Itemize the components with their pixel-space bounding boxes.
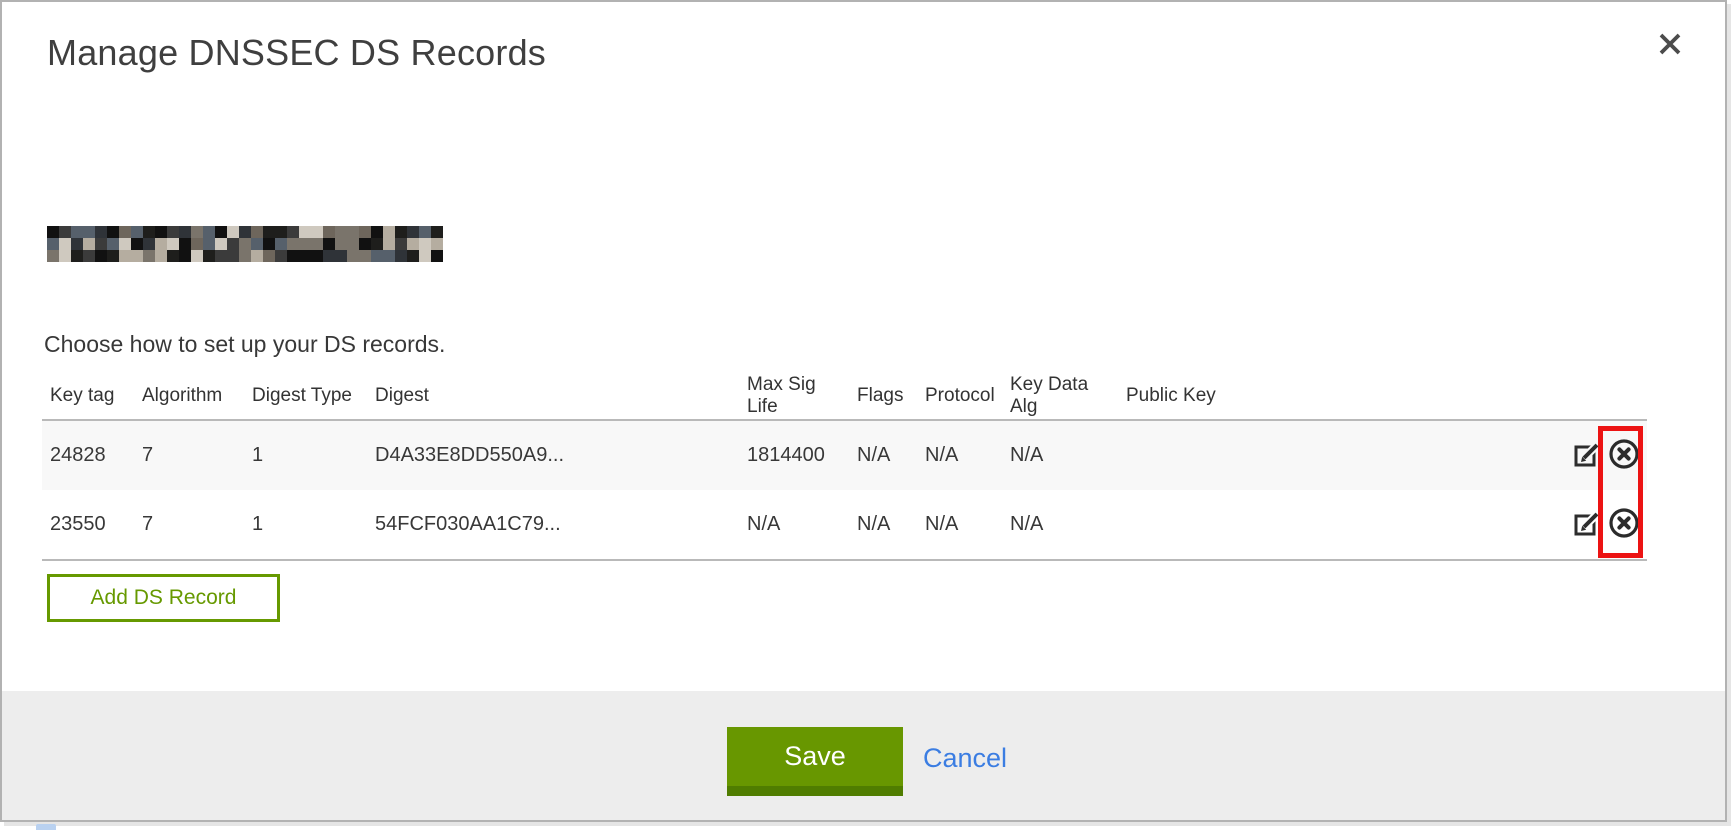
- cell-flags: N/A: [849, 490, 917, 560]
- delete-icon: [1607, 437, 1641, 474]
- col-header-max-sig-life: Max Sig Life: [739, 372, 849, 420]
- col-header-flags: Flags: [849, 372, 917, 420]
- cell-key-tag: 23550: [42, 490, 134, 560]
- close-button[interactable]: [1655, 30, 1685, 60]
- cell-public-key: [1118, 420, 1558, 490]
- row-actions: [1566, 439, 1647, 473]
- redacted-domain: [47, 226, 443, 262]
- edit-record-button[interactable]: [1570, 439, 1604, 473]
- cell-max-sig-life: N/A: [739, 490, 849, 560]
- delete-icon: [1607, 506, 1641, 543]
- delete-record-button[interactable]: [1607, 508, 1641, 542]
- cell-key-tag: 24828: [42, 420, 134, 490]
- cell-algorithm: 7: [134, 490, 244, 560]
- cell-flags: N/A: [849, 420, 917, 490]
- col-header-digest-type: Digest Type: [244, 372, 367, 420]
- col-header-key-tag: Key tag: [42, 372, 134, 420]
- delete-record-button[interactable]: [1607, 439, 1641, 473]
- cell-algorithm: 7: [134, 420, 244, 490]
- cancel-link[interactable]: Cancel: [923, 743, 1007, 774]
- cell-digest: D4A33E8DD550A9...: [367, 420, 739, 490]
- table-row: 24828 7 1 D4A33E8DD550A9... 1814400 N/A …: [42, 420, 1647, 490]
- instruction-text: Choose how to set up your DS records.: [44, 331, 445, 358]
- col-header-algorithm: Algorithm: [134, 372, 244, 420]
- edit-icon: [1571, 438, 1603, 473]
- col-header-public-key: Public Key: [1118, 372, 1558, 420]
- dialog-footer: Save Cancel: [2, 691, 1725, 820]
- col-header-actions: [1558, 372, 1647, 420]
- row-actions: [1566, 508, 1647, 542]
- cell-public-key: [1118, 490, 1558, 560]
- add-ds-record-button[interactable]: Add DS Record: [47, 574, 280, 622]
- cell-protocol: N/A: [917, 420, 1002, 490]
- edit-icon: [1571, 507, 1603, 542]
- save-button[interactable]: Save: [727, 727, 903, 796]
- edit-record-button[interactable]: [1570, 508, 1604, 542]
- manage-dnssec-dialog: Manage DNSSEC DS Records Choose how to s…: [0, 0, 1727, 822]
- cell-protocol: N/A: [917, 490, 1002, 560]
- dialog-title: Manage DNSSEC DS Records: [47, 32, 546, 74]
- col-header-protocol: Protocol: [917, 372, 1002, 420]
- table-header-row: Key tag Algorithm Digest Type Digest Max…: [42, 372, 1647, 420]
- table-row: 23550 7 1 54FCF030AA1C79... N/A N/A N/A …: [42, 490, 1647, 560]
- cell-key-data-alg: N/A: [1002, 490, 1118, 560]
- cell-max-sig-life: 1814400: [739, 420, 849, 490]
- close-icon: [1656, 46, 1684, 61]
- ds-records-table: Key tag Algorithm Digest Type Digest Max…: [42, 372, 1647, 561]
- col-header-key-data-alg: Key Data Alg: [1002, 372, 1118, 420]
- col-header-digest: Digest: [367, 372, 739, 420]
- cell-key-data-alg: N/A: [1002, 420, 1118, 490]
- cell-digest-type: 1: [244, 420, 367, 490]
- cell-digest: 54FCF030AA1C79...: [367, 490, 739, 560]
- cell-digest-type: 1: [244, 490, 367, 560]
- background-page-fragment: [36, 824, 56, 830]
